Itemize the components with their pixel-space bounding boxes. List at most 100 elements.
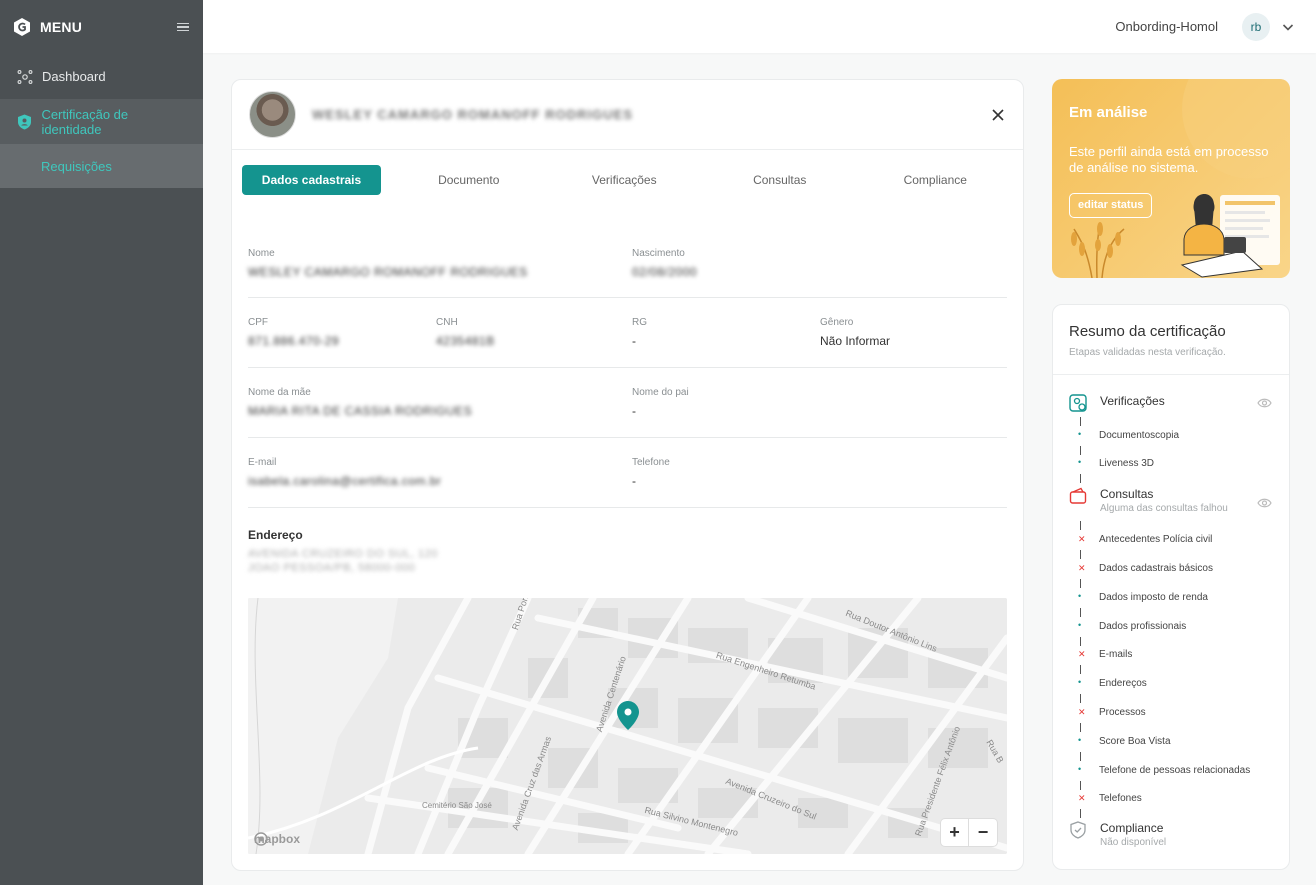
address-title: Endereço <box>248 528 303 542</box>
fail-mark: ✕ <box>1078 707 1086 717</box>
step-consultas: Consultas Alguma das consultas falhou <box>1069 487 1228 514</box>
timeline-line <box>1080 579 1081 588</box>
tab-dados-cadastrais[interactable]: Dados cadastrais <box>242 165 381 195</box>
divider <box>1053 374 1289 375</box>
sidebar-item-dashboard[interactable]: Dashboard <box>0 54 203 99</box>
field-mae: Nome da mãe MARIA RITA DE CASSIA RODRIGU… <box>248 387 632 418</box>
check-item: Documentoscopia <box>1099 430 1180 441</box>
step-subtitle: Alguma das consultas falhou <box>1100 503 1228 514</box>
field-value: 02/08/2000 <box>632 264 698 279</box>
profile-card: WESLEY CAMARGO ROMANOFF RODRIGUES Dados … <box>231 79 1024 871</box>
field-pai: Nome do pai - <box>632 387 689 418</box>
certification-summary: Resumo da certificação Etapas validadas … <box>1052 304 1290 870</box>
check-item: Dados cadastrais básicos <box>1099 563 1213 574</box>
face-scan-icon <box>1069 394 1087 412</box>
sidebar-item-label: Certificação de identidade <box>41 106 129 137</box>
profile-name: WESLEY CAMARGO ROMANOFF RODRIGUES <box>312 107 633 122</box>
field-value: WESLEY CAMARGO ROMANOFF RODRIGUES <box>248 264 528 279</box>
app-logo-icon <box>14 18 30 36</box>
row-documentos: CPF 871.886.470-29 CNH 4235481B RG - Gên… <box>248 298 1007 368</box>
field-value: MARIA RITA DE CASSIA RODRIGUES <box>248 404 473 418</box>
field-label: CPF <box>248 317 268 328</box>
fail-mark: ✕ <box>1078 563 1086 573</box>
address-map[interactable]: Rua Porfírio Co Rua Doutor Antônio Lins … <box>248 598 1007 854</box>
step-verificacoes: Verificações <box>1069 394 1165 412</box>
field-genero: Gênero Não Informar <box>820 317 890 348</box>
timeline-line <box>1080 781 1081 790</box>
field-value: 4235481B <box>436 334 495 348</box>
sidebar-subitem-requisicoes[interactable]: Requisições <box>0 144 203 188</box>
check-item: Dados imposto de renda <box>1099 592 1208 603</box>
eye-icon[interactable] <box>1257 498 1272 508</box>
chevron-down-icon[interactable] <box>1282 21 1294 33</box>
field-label: Gênero <box>820 317 854 328</box>
field-label: Nome <box>248 247 275 259</box>
field-rg: RG - <box>632 317 820 348</box>
field-value: - <box>632 334 636 348</box>
field-value: - <box>632 404 636 418</box>
dashboard-icon <box>16 68 34 86</box>
status-description: Este perfil ainda está em processo de an… <box>1069 144 1269 175</box>
status-title: Em análise <box>1069 104 1148 121</box>
status-dot: • <box>1078 735 1082 745</box>
step-compliance: Compliance Não disponível <box>1069 821 1166 848</box>
check-item: Telefones <box>1099 793 1142 804</box>
field-label: Nome da mãe <box>248 387 311 398</box>
field-label: Nome do pai <box>632 387 689 398</box>
fail-mark: ✕ <box>1078 534 1086 544</box>
tab-consultas[interactable]: Consultas <box>702 165 858 195</box>
fail-mark: ✕ <box>1078 649 1086 659</box>
tab-documento[interactable]: Documento <box>391 165 547 195</box>
sidebar-header: MENU <box>0 0 203 54</box>
field-label: E-mail <box>248 457 277 468</box>
field-label: RG <box>632 317 647 328</box>
sidebar-item-certificacao[interactable]: Certificação de identidade <box>0 99 203 144</box>
map-zoom-controls: + − <box>941 819 997 846</box>
status-dot: • <box>1078 429 1082 439</box>
field-value: isabela.carolina@certifica.com.br <box>248 474 442 488</box>
check-item: Processos <box>1099 707 1146 718</box>
field-telefone: Telefone - <box>632 457 670 488</box>
wallet-icon <box>1069 487 1087 504</box>
timeline-line <box>1080 665 1081 674</box>
check-item: Telefone de pessoas relacionadas <box>1099 765 1251 776</box>
step-title: Compliance <box>1100 821 1164 835</box>
field-cnh: CNH 4235481B <box>436 317 632 348</box>
check-item: Liveness 3D <box>1099 458 1155 469</box>
check-item: E-mails <box>1099 649 1133 660</box>
check-item: Endereços <box>1099 678 1147 689</box>
profile-photo <box>249 91 296 138</box>
timeline-line <box>1080 694 1081 703</box>
field-label: Nascimento <box>632 247 685 259</box>
timeline-line <box>1080 521 1081 530</box>
zoom-out-button[interactable]: − <box>969 819 997 846</box>
shield-user-icon <box>16 113 33 131</box>
mapbox-icon <box>254 832 268 846</box>
user-avatar[interactable]: rb <box>1242 12 1270 41</box>
sidebar-item-label: Dashboard <box>42 69 106 84</box>
sidebar: MENU Dashboard Certificação de identidad… <box>0 0 203 885</box>
timeline-line <box>1080 446 1081 455</box>
timeline-line <box>1080 550 1081 559</box>
edit-status-button[interactable]: editar status <box>1069 193 1153 218</box>
close-icon[interactable] <box>991 108 1005 122</box>
timeline-line <box>1080 637 1081 646</box>
hamburger-icon[interactable] <box>177 22 189 32</box>
eye-icon[interactable] <box>1257 398 1272 408</box>
field-label: Telefone <box>632 457 670 468</box>
step-title: Consultas <box>1100 487 1154 501</box>
tab-verificacoes[interactable]: Verificações <box>547 165 703 195</box>
field-nascimento: Nascimento 02/08/2000 <box>632 248 697 279</box>
field-email: E-mail isabela.carolina@certifica.com.br <box>248 457 632 488</box>
timeline-line <box>1080 723 1081 732</box>
organization-name[interactable]: Onbording-Homol <box>1115 19 1218 34</box>
status-dot: • <box>1078 677 1082 687</box>
field-cpf: CPF 871.886.470-29 <box>248 317 436 348</box>
row-nome: Nome WESLEY CAMARGO ROMANOFF RODRIGUES N… <box>248 229 1007 298</box>
address-block: Endereço AVENIDA CRUZEIRO DO SUL, 120 JO… <box>248 508 1007 575</box>
tab-compliance[interactable]: Compliance <box>858 165 1014 195</box>
mapbox-attribution[interactable]: mapbox <box>254 832 300 846</box>
street-label: Cemitério São José <box>422 801 492 810</box>
zoom-in-button[interactable]: + <box>941 819 969 846</box>
timeline-line <box>1080 608 1081 617</box>
